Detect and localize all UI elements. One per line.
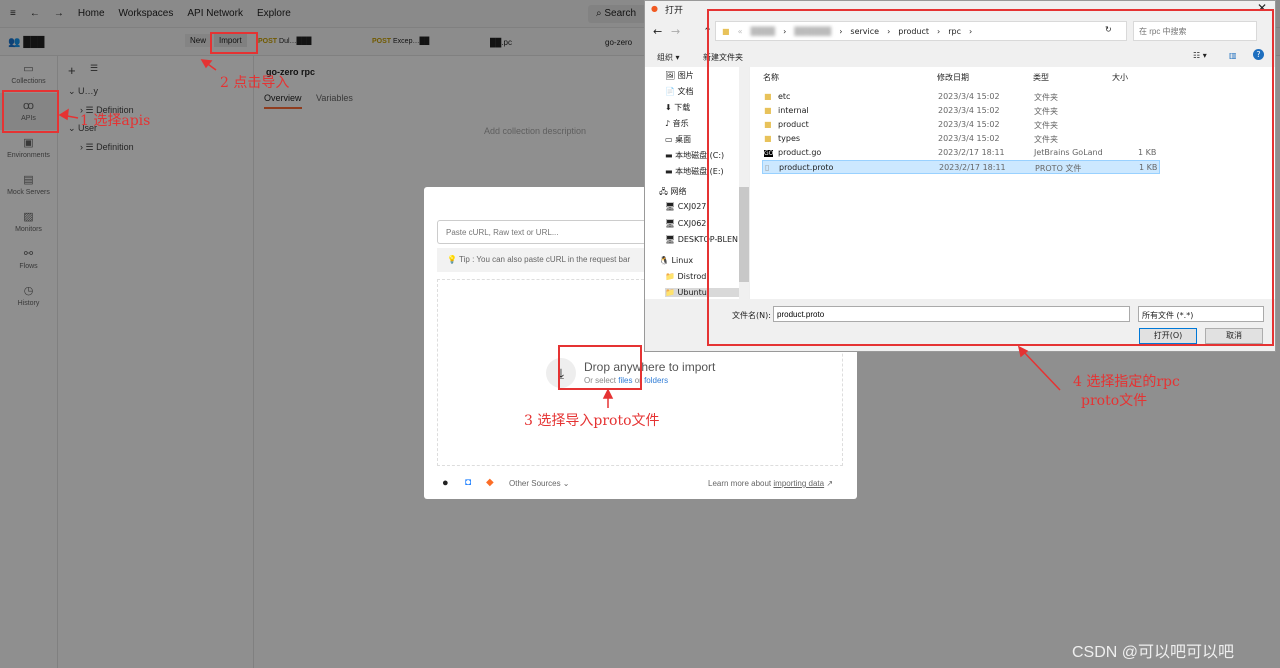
annotation-arrows [58, 59, 1061, 408]
annotation-4b: proto文件 [1081, 393, 1148, 409]
watermark: CSDN @可以吧可以吧 [1072, 644, 1235, 661]
annotation-3: 3 选择导入proto文件 [524, 413, 660, 429]
annotation-1: 1 选择apis [80, 113, 151, 129]
annotation-4: 4 选择指定的rpc [1073, 374, 1180, 390]
annotation-2: 2 点击导入 [220, 75, 290, 91]
